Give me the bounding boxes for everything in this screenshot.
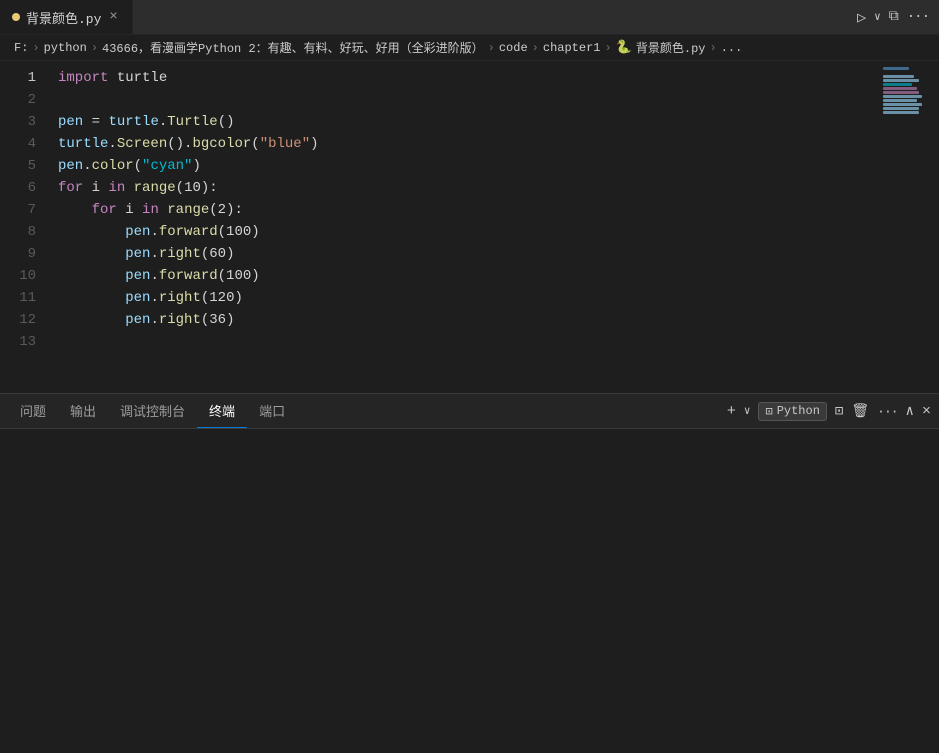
line-number: 2 xyxy=(0,89,50,111)
breadcrumb-filename: 背景颜色.py xyxy=(636,39,706,56)
tab-bar: 背景颜色.py × ▷ ∨ ⧉ ··· xyxy=(0,0,939,35)
editor-area: 12345678910111213 import turtle pen = tu… xyxy=(0,61,939,393)
minimap-line xyxy=(883,95,922,98)
code-line: pen = turtle.Turtle() xyxy=(50,111,939,133)
python-label: Python xyxy=(777,404,820,418)
breadcrumb-sep-6: › xyxy=(709,41,716,55)
panel-delete-button[interactable]: 🗑 xyxy=(851,403,869,420)
file-tab-label: 背景颜色.py xyxy=(26,8,101,27)
code-line: turtle.Screen().bgcolor("blue") xyxy=(50,133,939,155)
code-line: pen.right(60) xyxy=(50,243,939,265)
breadcrumb-sep-1: › xyxy=(32,41,39,55)
code-line: pen.color("cyan") xyxy=(50,155,939,177)
tab-bar-right: ▷ ∨ ⧉ ··· xyxy=(857,8,939,27)
minimap xyxy=(879,61,939,393)
code-line: import turtle xyxy=(50,67,939,89)
file-tab[interactable]: 背景颜色.py × xyxy=(0,0,133,34)
file-tab-icon xyxy=(12,13,20,21)
terminal-icon: ⊡ xyxy=(765,404,772,419)
panel-tab-问题[interactable]: 问题 xyxy=(8,394,58,428)
python-badge[interactable]: ⊡ Python xyxy=(758,402,826,421)
line-number: 13 xyxy=(0,331,50,353)
code-line: for i in range(10): xyxy=(50,177,939,199)
line-number: 9 xyxy=(0,243,50,265)
panel-split-button[interactable]: ⊡ xyxy=(835,403,843,420)
line-number: 10 xyxy=(0,265,50,287)
breadcrumb-sep-2: › xyxy=(91,41,98,55)
panel-add-button[interactable]: + xyxy=(727,403,736,420)
panel-tabs-right: + ∨ ⊡ Python ⊡ 🗑 ··· ∧ × xyxy=(727,402,931,421)
code-line xyxy=(50,331,939,353)
panel-close-button[interactable]: × xyxy=(922,403,931,420)
tab-bar-left: 背景颜色.py × xyxy=(0,0,133,34)
panel-tab-调试控制台[interactable]: 调试控制台 xyxy=(108,394,197,428)
breadcrumb-sep-4: › xyxy=(532,41,539,55)
minimap-line xyxy=(883,103,922,106)
breadcrumb-more: ... xyxy=(721,41,743,55)
minimap-line xyxy=(883,99,917,102)
line-number: 11 xyxy=(0,287,50,309)
code-line: pen.forward(100) xyxy=(50,265,939,287)
panel-tab-终端[interactable]: 终端 xyxy=(197,394,247,428)
code-line: for i in range(2): xyxy=(50,199,939,221)
line-number: 5 xyxy=(0,155,50,177)
panel-tabs: 问题输出调试控制台终端端口 + ∨ ⊡ Python ⊡ 🗑 ··· ∧ × xyxy=(0,394,939,429)
minimap-line xyxy=(883,83,912,86)
breadcrumb-code: code xyxy=(499,41,528,55)
line-number: 7 xyxy=(0,199,50,221)
more-actions-button[interactable]: ··· xyxy=(907,9,929,25)
minimap-line xyxy=(883,111,919,114)
panel-maximize-button[interactable]: ∧ xyxy=(906,403,914,420)
minimap-line xyxy=(883,79,919,82)
run-button[interactable]: ▷ xyxy=(857,8,866,27)
code-line: pen.right(120) xyxy=(50,287,939,309)
line-number: 4 xyxy=(0,133,50,155)
code-line: pen.right(36) xyxy=(50,309,939,331)
code-editor[interactable]: import turtle pen = turtle.Turtle()turtl… xyxy=(50,61,939,393)
minimap-line xyxy=(883,67,909,70)
line-number: 3 xyxy=(0,111,50,133)
breadcrumb: F: › python › 43666，看漫画学Python 2：有趣、有料、好… xyxy=(0,35,939,61)
split-editor-button[interactable]: ⧉ xyxy=(889,9,899,25)
panel-add-dropdown[interactable]: ∨ xyxy=(744,404,751,418)
code-line: pen.forward(100) xyxy=(50,221,939,243)
breadcrumb-drive: F: xyxy=(14,41,28,55)
minimap-content xyxy=(883,67,935,118)
line-number: 12 xyxy=(0,309,50,331)
panel-content xyxy=(0,429,939,753)
breadcrumb-chapter: chapter1 xyxy=(543,41,601,55)
line-number: 8 xyxy=(0,221,50,243)
panel: 问题输出调试控制台终端端口 + ∨ ⊡ Python ⊡ 🗑 ··· ∧ × xyxy=(0,393,939,753)
minimap-line xyxy=(883,91,919,94)
minimap-line xyxy=(883,107,919,110)
panel-tab-端口[interactable]: 端口 xyxy=(247,394,297,428)
minimap-line xyxy=(883,75,914,78)
panel-tabs-left: 问题输出调试控制台终端端口 xyxy=(8,394,297,428)
tab-close-button[interactable]: × xyxy=(107,7,119,27)
panel-tab-输出[interactable]: 输出 xyxy=(58,394,108,428)
breadcrumb-sep-5: › xyxy=(604,41,611,55)
line-number: 6 xyxy=(0,177,50,199)
panel-more-button[interactable]: ··· xyxy=(877,404,897,419)
line-number: 1 xyxy=(0,67,50,89)
line-numbers: 12345678910111213 xyxy=(0,61,50,393)
run-dropdown-button[interactable]: ∨ xyxy=(874,10,881,24)
breadcrumb-file-icon: 🐍 xyxy=(616,40,632,55)
breadcrumb-sep-3: › xyxy=(488,41,495,55)
minimap-line xyxy=(883,87,917,90)
breadcrumb-python: python xyxy=(44,41,87,55)
breadcrumb-folder: 43666，看漫画学Python 2：有趣、有料、好玩、好用（全彩进阶版） xyxy=(102,39,484,56)
code-line xyxy=(50,89,939,111)
